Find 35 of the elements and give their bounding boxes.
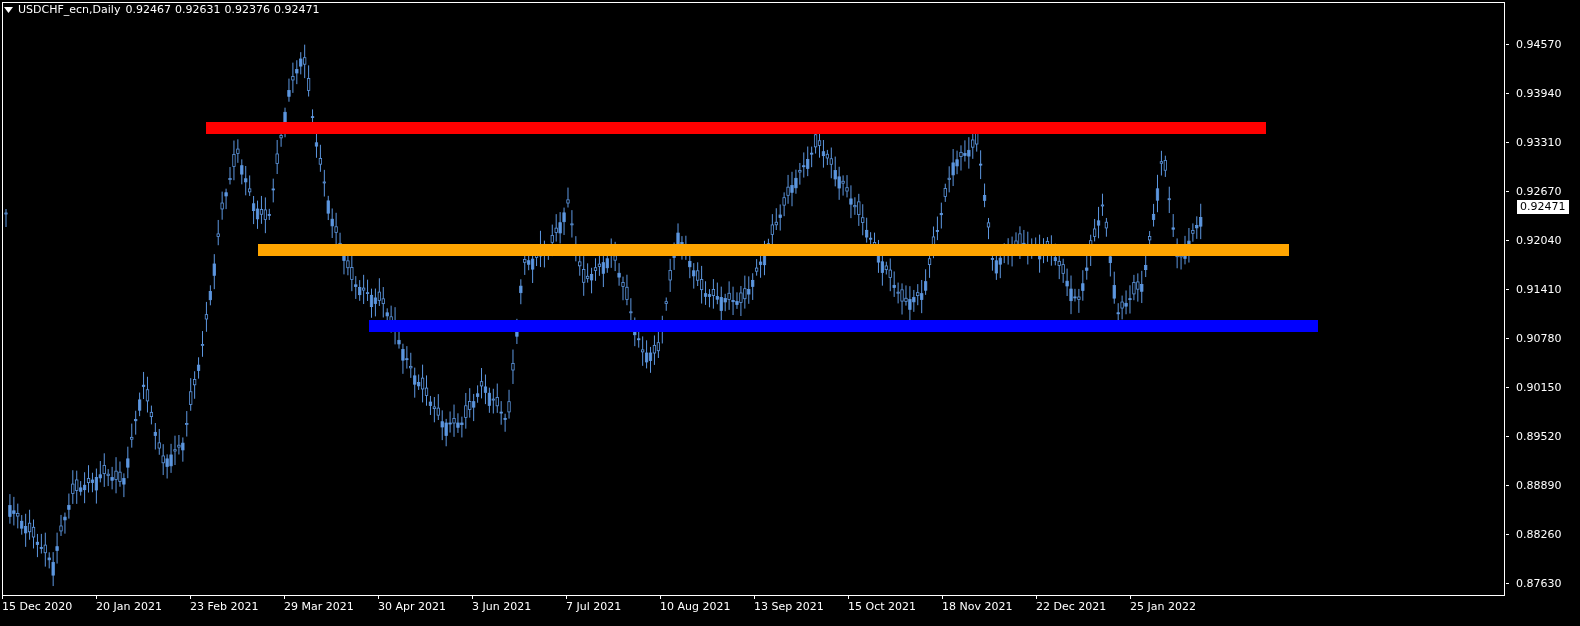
current-price-label: 0.92471: [1517, 200, 1569, 214]
date-label: 15 Dec 2020: [2, 600, 74, 613]
price-label: 0.94570: [1516, 38, 1562, 51]
price-label: 0.92670: [1516, 185, 1562, 198]
price-label: 0.90780: [1516, 332, 1562, 345]
price-label: 0.90150: [1516, 381, 1562, 394]
date-label: 7 Jul 2021: [566, 600, 623, 613]
ohlc-value: 0.92467: [125, 3, 171, 16]
date-label: 15 Oct 2021: [848, 600, 917, 613]
caret-icon[interactable]: [4, 6, 13, 13]
date-label: 3 Jun 2021: [472, 600, 533, 613]
ohlc-value: 0.92631: [174, 3, 221, 16]
date-label: 10 Aug 2021: [660, 600, 732, 613]
price-label: 0.92040: [1516, 234, 1562, 247]
price-label: 0.88890: [1516, 479, 1562, 492]
date-label: 29 Mar 2021: [284, 600, 355, 613]
date-label: 25 Jan 2022: [1130, 600, 1197, 613]
symbol-label: USDCHF_ecn,Daily: [18, 3, 121, 16]
ohlc-value: 0.92376: [224, 3, 270, 16]
price-label: 0.91410: [1516, 283, 1562, 296]
date-label: 13 Sep 2021: [754, 600, 825, 613]
price-label: 0.89520: [1516, 430, 1562, 443]
price-label: 0.88260: [1516, 528, 1562, 541]
horizontal-level-band[interactable]: [258, 244, 1289, 256]
horizontal-level-band[interactable]: [369, 320, 1318, 332]
price-label: 0.87630: [1516, 577, 1562, 590]
date-label: 30 Apr 2021: [378, 600, 447, 613]
date-label: 20 Jan 2021: [96, 600, 163, 613]
date-label: 22 Dec 2021: [1036, 600, 1108, 613]
date-label: 18 Nov 2021: [942, 600, 1014, 613]
horizontal-level-band[interactable]: [206, 122, 1266, 134]
ohlc-value: 0.92471: [273, 3, 320, 16]
price-label: 0.93940: [1516, 87, 1562, 100]
date-label: 23 Feb 2021: [190, 600, 260, 613]
price-label: 0.93310: [1516, 136, 1562, 149]
